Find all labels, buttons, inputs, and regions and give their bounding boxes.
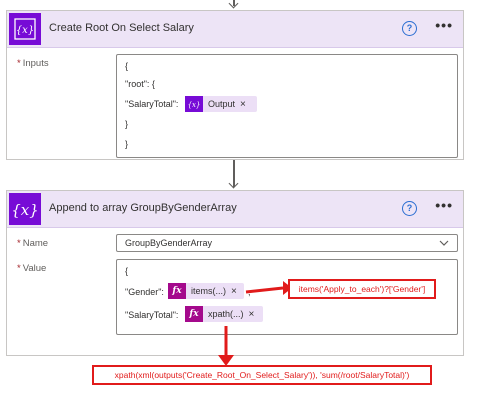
xpath-expression-annotation: xpath(xml(outputs('Create_Root_On_Select…	[92, 365, 432, 385]
xpath-annotation-arrow	[218, 326, 234, 366]
gender-expression-annotation: items('Apply_to_each')?['Gender']	[288, 279, 436, 299]
gender-annotation-arrow	[245, 281, 292, 295]
annotation-arrows	[218, 281, 292, 366]
